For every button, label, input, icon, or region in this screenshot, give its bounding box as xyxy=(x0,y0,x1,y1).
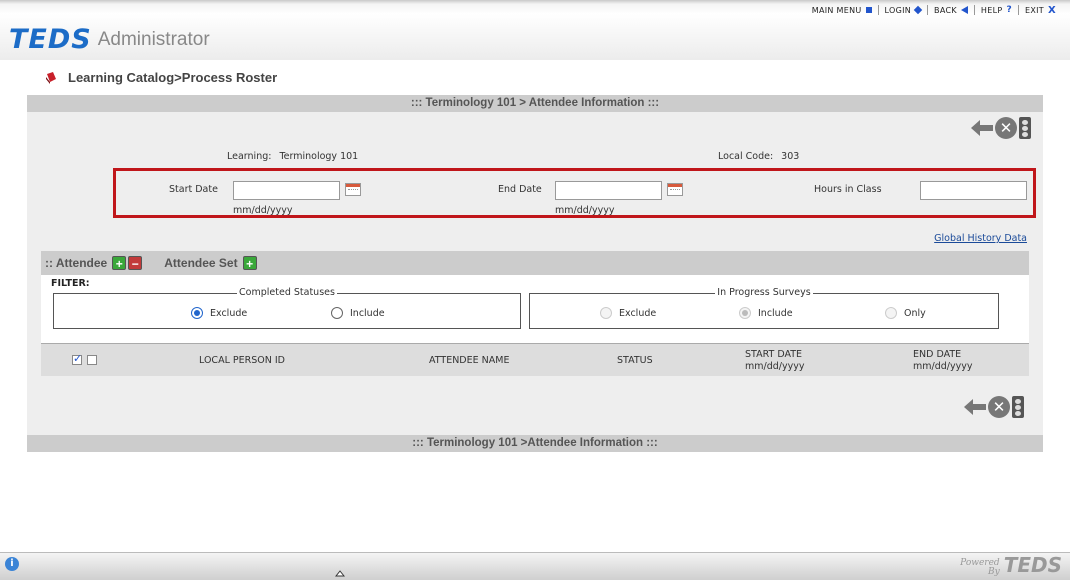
add-attendee-set-icon[interactable]: + xyxy=(242,256,257,271)
start-date-hint: mm/dd/yyyy xyxy=(233,205,293,216)
in-progress-surveys-legend: In Progress Surveys xyxy=(715,287,813,298)
in-progress-only-radio[interactable]: Only xyxy=(885,307,926,319)
column-start-date[interactable]: START DATE mm/dd/yyyy xyxy=(745,349,804,373)
logo-brand: TEDS xyxy=(9,24,92,55)
login-label: LOGIN xyxy=(884,5,912,15)
top-actions: ✕ xyxy=(971,117,1031,139)
attendee-table-header: LOCAL PERSON ID ATTENDEE NAME STATUS STA… xyxy=(41,343,1029,376)
exit-label: EXIT xyxy=(1025,5,1044,15)
breadcrumb: Learning Catalog>Process Roster xyxy=(44,70,277,85)
completed-statuses-group: Completed Statuses Exclude Include xyxy=(53,287,521,329)
bottom-bar: i Powered By TEDS xyxy=(0,552,1070,580)
calendar-icon[interactable] xyxy=(667,183,683,196)
column-end-date[interactable]: END DATE mm/dd/yyyy xyxy=(913,349,972,373)
footer-brand: TEDS xyxy=(1003,553,1062,577)
help-link[interactable]: HELP ? xyxy=(975,5,1018,15)
column-local-person-id[interactable]: LOCAL PERSON ID xyxy=(199,355,285,366)
teds-logo: TEDS Administrator xyxy=(9,24,210,55)
attendee-information-section: ::: Terminology 101 > Attendee Informati… xyxy=(27,95,1043,452)
radio-label: Exclude xyxy=(210,307,248,319)
learning-info: Learning: Terminology 101 xyxy=(227,151,358,162)
back-link[interactable]: BACK xyxy=(928,6,974,15)
traffic-light-icon[interactable] xyxy=(1019,117,1031,139)
diamond-icon xyxy=(913,5,923,15)
question-icon: ? xyxy=(1006,5,1012,15)
back-arrow-icon[interactable] xyxy=(964,399,986,415)
local-code-info: Local Code: 303 xyxy=(718,151,799,162)
section-footer: ::: Terminology 101 >Attendee Informatio… xyxy=(27,435,1043,452)
cancel-icon[interactable]: ✕ xyxy=(995,117,1017,139)
local-code-label: Local Code: xyxy=(718,151,774,162)
in-progress-surveys-group: In Progress Surveys Exclude Include Only xyxy=(529,287,999,329)
learning-value: Terminology 101 xyxy=(279,151,359,162)
attendee-tab[interactable]: :: Attendee xyxy=(45,256,107,270)
hours-in-class-label: Hours in Class xyxy=(814,184,882,195)
attendee-panel: :: Attendee + − Attendee Set + FILTER: C… xyxy=(41,251,1029,376)
in-progress-exclude-radio[interactable]: Exclude xyxy=(600,307,656,319)
attendee-set-tab[interactable]: Attendee Set xyxy=(164,256,237,270)
cancel-icon[interactable]: ✕ xyxy=(988,396,1010,418)
radio-label: Only xyxy=(904,307,926,319)
attendee-group: :: Attendee + − xyxy=(45,256,143,271)
powered-by-logo: Powered By TEDS xyxy=(960,553,1062,577)
logo-app-name: Administrator xyxy=(97,28,210,50)
square-icon xyxy=(865,7,872,13)
attendee-panel-header: :: Attendee + − Attendee Set + xyxy=(41,251,1029,275)
end-date-label: End Date xyxy=(498,184,542,195)
local-code-value: 303 xyxy=(781,151,800,162)
login-link[interactable]: LOGIN xyxy=(879,6,928,15)
end-date-hint: mm/dd/yyyy xyxy=(555,205,615,216)
back-arrow-icon xyxy=(960,6,968,14)
attendee-set-group: Attendee Set + xyxy=(164,256,257,271)
close-icon: X xyxy=(1047,4,1056,16)
completed-statuses-legend: Completed Statuses xyxy=(237,287,337,298)
start-date-input[interactable] xyxy=(233,181,340,200)
book-icon xyxy=(46,71,56,84)
main-menu-label: MAIN MENU xyxy=(811,5,862,15)
start-date-label: Start Date xyxy=(169,184,218,195)
learning-label: Learning: xyxy=(227,151,272,162)
remove-attendee-icon[interactable]: − xyxy=(128,256,143,271)
page-title: Learning Catalog>Process Roster xyxy=(68,70,278,85)
column-attendee-name[interactable]: ATTENDEE NAME xyxy=(429,355,509,366)
calendar-icon[interactable] xyxy=(345,183,361,196)
by-text: By xyxy=(987,567,1000,577)
hours-in-class-input[interactable] xyxy=(920,181,1027,200)
exit-link[interactable]: EXIT X xyxy=(1019,5,1062,16)
in-progress-include-radio[interactable]: Include xyxy=(739,307,793,319)
radio-label: Include xyxy=(758,307,793,319)
completed-exclude-radio[interactable]: Exclude xyxy=(191,307,247,319)
back-arrow-icon[interactable] xyxy=(971,120,993,136)
help-label: HELP xyxy=(980,5,1003,15)
column-status[interactable]: STATUS xyxy=(617,355,653,366)
section-header: ::: Terminology 101 > Attendee Informati… xyxy=(27,95,1043,112)
radio-label: Exclude xyxy=(619,307,657,319)
global-history-link[interactable]: Global History Data xyxy=(934,233,1027,244)
bottom-actions: ✕ xyxy=(964,396,1024,418)
completed-include-radio[interactable]: Include xyxy=(331,307,385,319)
top-header: MAIN MENU LOGIN BACK HELP ? EXIT X TEDS … xyxy=(0,0,1070,60)
main-menu-link[interactable]: MAIN MENU xyxy=(806,6,878,15)
end-date-input[interactable] xyxy=(555,181,662,200)
deselect-all-checkbox[interactable] xyxy=(87,355,97,365)
top-navigation: MAIN MENU LOGIN BACK HELP ? EXIT X xyxy=(806,4,1062,16)
select-all-checkbox[interactable] xyxy=(72,352,82,365)
info-icon[interactable]: i xyxy=(5,557,19,571)
traffic-light-icon[interactable] xyxy=(1012,396,1024,418)
add-attendee-icon[interactable]: + xyxy=(112,256,127,271)
back-label: BACK xyxy=(934,5,957,15)
scroll-handle-icon[interactable] xyxy=(335,570,345,580)
radio-label: Include xyxy=(350,307,385,319)
filter-area: FILTER: Completed Statuses Exclude Inclu… xyxy=(41,275,1029,343)
